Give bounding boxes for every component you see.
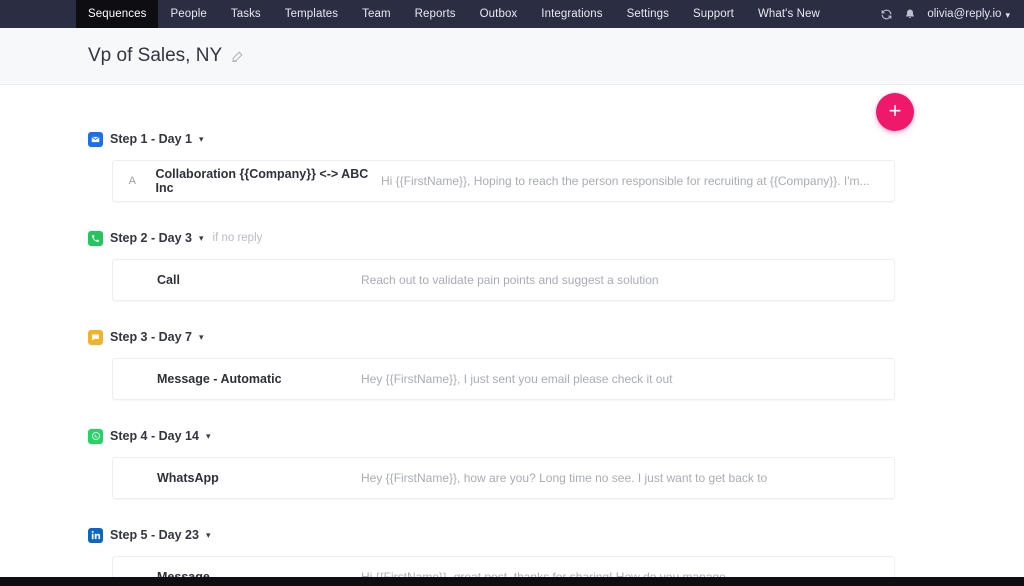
step-title: Collaboration {{Company}} <-> ABC Inc [155,167,369,195]
whatsapp-icon [88,428,103,444]
step-header: Step 1 - Day 1 ▾ [0,125,1024,153]
page-title: Vp of Sales, NY [88,45,223,66]
email-icon [88,131,103,147]
step-card[interactable]: Message - Automatic Hey {{FirstName}}, I… [112,358,895,400]
top-navbar: Sequences People Tasks Templates Team Re… [0,0,1024,28]
nav-tab-team[interactable]: Team [350,0,403,28]
plus-icon: + [888,98,902,123]
sequence-content: + Step 1 - Day 1 ▾ A Collaboration {{Com… [0,85,1024,586]
user-email: olivia@reply.io [927,8,1002,20]
step-title: WhatsApp [157,471,219,485]
step-preview: Hey {{FirstName}}, I just sent you email… [361,372,673,386]
pencil-icon[interactable] [231,50,244,63]
refresh-icon[interactable] [880,8,893,21]
step-block: Step 2 - Day 3 ▾ if no reply Call Reach … [0,224,1024,301]
chevron-down-icon[interactable]: ▾ [199,134,204,145]
variant-label: A [128,175,136,187]
nav-tab-tasks[interactable]: Tasks [219,0,273,28]
step-title: Call [157,273,180,287]
nav-tab-people[interactable]: People [158,0,218,28]
step-condition-note: if no reply [212,232,263,244]
step-preview: Hi {{FirstName}}, Hoping to reach the pe… [381,174,870,188]
chevron-down-icon: ▾ [1005,9,1010,20]
nav-tab-support[interactable]: Support [681,0,746,28]
add-sequence-button[interactable]: + [876,93,914,131]
nav-tab-whats-new[interactable]: What's New [746,0,832,28]
nav-tab-outbox[interactable]: Outbox [468,0,530,28]
chevron-down-icon[interactable]: ▾ [199,332,204,343]
step-card[interactable]: WhatsApp Hey {{FirstName}}, how are you?… [112,457,895,499]
step-list: Step 1 - Day 1 ▾ A Collaboration {{Compa… [0,85,1024,586]
linkedin-icon [88,527,103,543]
nav-tab-templates[interactable]: Templates [273,0,350,28]
step-header: Step 5 - Day 23 ▾ [0,521,1024,549]
sms-icon [88,329,103,345]
page-header: Vp of Sales, NY [0,28,1024,85]
step-label: Step 3 - Day 7 [110,330,192,344]
step-block: Step 1 - Day 1 ▾ A Collaboration {{Compa… [0,125,1024,202]
step-card[interactable]: Call Reach out to validate pain points a… [112,259,895,301]
step-header: Step 3 - Day 7 ▾ [0,323,1024,351]
nav-tab-settings[interactable]: Settings [615,0,681,28]
nav-tab-reports[interactable]: Reports [403,0,468,28]
step-header: Step 4 - Day 14 ▾ [0,422,1024,450]
navbar-right-area: olivia@reply.io ▾ [880,0,1024,28]
step-card[interactable]: A Collaboration {{Company}} <-> ABC Inc … [112,160,895,202]
step-preview: Hey {{FirstName}}, how are you? Long tim… [361,471,768,485]
step-label: Step 4 - Day 14 [110,429,199,443]
step-preview: Reach out to validate pain points and su… [361,273,659,287]
step-block: Step 4 - Day 14 ▾ WhatsApp Hey {{FirstNa… [0,422,1024,499]
chevron-down-icon[interactable]: ▾ [206,431,211,442]
chevron-down-icon[interactable]: ▾ [206,530,211,541]
nav-tab-sequences[interactable]: Sequences [76,0,159,28]
bell-icon[interactable] [904,8,916,21]
step-label: Step 5 - Day 23 [110,528,199,542]
step-label: Step 1 - Day 1 [110,132,192,146]
phone-icon [88,230,103,246]
step-label: Step 2 - Day 3 [110,231,192,245]
bottom-scrollbar-thumb[interactable] [0,577,132,586]
step-title: Message - Automatic [157,372,282,386]
step-block: Step 3 - Day 7 ▾ Message - Automatic Hey… [0,323,1024,400]
nav-tab-integrations[interactable]: Integrations [529,0,614,28]
bottom-scrollbar-track[interactable] [0,577,1024,586]
nav-tab-list: Sequences People Tasks Templates Team Re… [76,0,832,28]
user-menu[interactable]: olivia@reply.io ▾ [927,8,1010,20]
chevron-down-icon[interactable]: ▾ [199,233,204,244]
step-header: Step 2 - Day 3 ▾ if no reply [0,224,1024,252]
